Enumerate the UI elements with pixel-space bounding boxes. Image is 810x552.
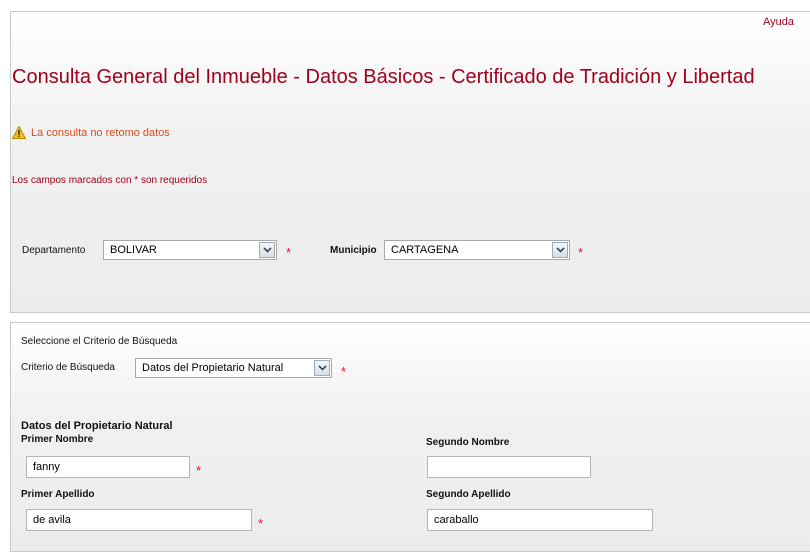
chevron-down-icon[interactable] bbox=[259, 242, 275, 258]
required-asterisk: * bbox=[341, 364, 347, 379]
segundo-apellido-input[interactable] bbox=[427, 509, 653, 531]
municipio-value: CARTAGENA bbox=[391, 244, 459, 256]
warning-message: La consulta no retomo datos bbox=[11, 125, 170, 139]
help-link[interactable]: Ayuda bbox=[763, 16, 794, 28]
primer-nombre-label: Primer Nombre bbox=[21, 434, 94, 445]
required-asterisk: * bbox=[258, 516, 264, 531]
primer-apellido-label: Primer Apellido bbox=[21, 489, 95, 500]
segundo-nombre-label: Segundo Nombre bbox=[426, 437, 510, 448]
warning-text: La consulta no retomo datos bbox=[31, 126, 170, 139]
criterio-select[interactable]: Datos del Propietario Natural bbox=[135, 358, 332, 378]
segundo-apellido-label: Segundo Apellido bbox=[426, 489, 511, 500]
segundo-nombre-input[interactable] bbox=[427, 456, 591, 478]
required-asterisk: * bbox=[196, 463, 202, 478]
warning-icon bbox=[11, 125, 27, 139]
page-title: Consulta General del Inmueble - Datos Bá… bbox=[12, 66, 755, 88]
primer-nombre-input[interactable] bbox=[26, 456, 190, 478]
required-asterisk: * bbox=[286, 245, 292, 260]
departamento-label: Departamento bbox=[22, 245, 86, 256]
departamento-value: BOLIVAR bbox=[110, 244, 157, 256]
chevron-down-icon[interactable] bbox=[552, 242, 568, 258]
primer-apellido-input[interactable] bbox=[26, 509, 252, 531]
required-fields-note: Los campos marcados con * son requeridos bbox=[12, 175, 208, 186]
owner-section-title: Datos del Propietario Natural bbox=[21, 420, 173, 432]
criterio-value: Datos del Propietario Natural bbox=[142, 362, 284, 374]
municipio-label: Municipio bbox=[330, 245, 377, 256]
municipio-select[interactable]: CARTAGENA bbox=[384, 240, 570, 260]
search-section-title: Seleccione el Criterio de Búsqueda bbox=[21, 336, 178, 347]
departamento-select[interactable]: BOLIVAR bbox=[103, 240, 277, 260]
required-asterisk: * bbox=[578, 245, 584, 260]
chevron-down-icon[interactable] bbox=[314, 360, 330, 376]
main-form-panel bbox=[10, 11, 810, 313]
criterio-label: Criterio de Búsqueda bbox=[21, 362, 115, 373]
